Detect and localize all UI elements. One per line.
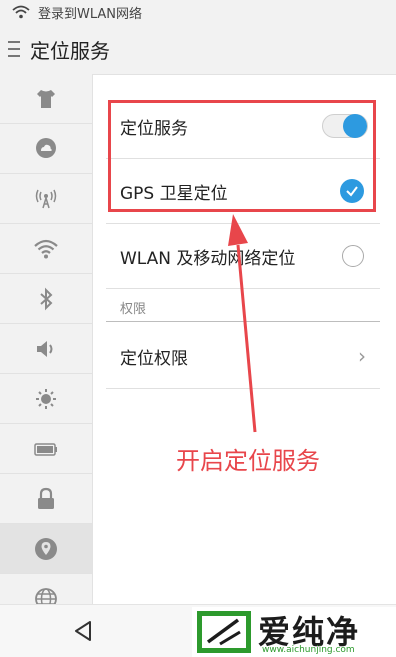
antenna-icon	[35, 189, 57, 208]
bluetooth-icon	[40, 287, 53, 310]
watermark-mark-icon	[197, 611, 251, 653]
sidebar-item-display[interactable]	[0, 374, 92, 424]
sidebar-item-theme[interactable]	[0, 74, 92, 124]
wifi-icon	[12, 5, 30, 19]
sidebar-item-wifi[interactable]	[0, 224, 92, 274]
theme-shirt-icon	[37, 89, 55, 108]
checkmark-icon	[346, 186, 358, 197]
location-service-toggle[interactable]	[322, 114, 368, 138]
volume-icon	[37, 340, 53, 357]
annotation-text: 开启定位服务	[176, 447, 320, 475]
sidebar-item-security[interactable]	[0, 474, 92, 524]
status-bar: 登录到WLAN网络	[0, 0, 396, 24]
app-header: 定位服务	[0, 24, 396, 75]
sidebar-item-cloud[interactable]	[0, 124, 92, 174]
location-permissions-label: 定位权限	[120, 348, 188, 369]
gps-label: GPS 卫星定位	[120, 183, 228, 204]
status-text: 登录到WLAN网络	[38, 6, 143, 22]
globe-icon	[35, 587, 57, 604]
settings-content: 定位服务 GPS 卫星定位 WLAN 及移动网络定位 权限 定位权限 ›	[92, 74, 396, 604]
navigation-bar: 爱纯净 www.aichunjing.com	[0, 604, 396, 657]
sidebar-item-bluetooth[interactable]	[0, 274, 92, 324]
lock-icon	[38, 487, 54, 509]
watermark-brand: 爱纯净	[258, 613, 361, 651]
menu-icon[interactable]	[8, 41, 20, 57]
sidebar-item-antenna[interactable]	[0, 174, 92, 224]
location-service-row[interactable]: 定位服务	[106, 94, 380, 159]
sidebar	[0, 74, 93, 604]
location-pin-icon	[35, 537, 57, 560]
sidebar-item-language[interactable]	[0, 574, 92, 604]
gps-row[interactable]: GPS 卫星定位	[106, 159, 380, 224]
wlan-location-row[interactable]: WLAN 及移动网络定位	[106, 224, 380, 289]
watermark-logo: 爱纯净 www.aichunjing.com	[192, 607, 396, 657]
sidebar-item-location[interactable]	[0, 524, 92, 574]
wlan-location-label: WLAN 及移动网络定位	[120, 248, 296, 269]
wlan-location-checkbox[interactable]	[342, 245, 364, 267]
location-service-label: 定位服务	[120, 118, 188, 139]
cloud-account-icon	[36, 137, 56, 158]
brightness-icon	[36, 388, 56, 409]
sidebar-item-sound[interactable]	[0, 324, 92, 374]
section-divider	[106, 321, 380, 322]
chevron-right-icon: ›	[358, 344, 366, 368]
back-icon[interactable]	[72, 619, 94, 643]
location-permissions-row[interactable]: 定位权限 ›	[106, 324, 380, 389]
sidebar-item-battery[interactable]	[0, 424, 92, 474]
section-header-permissions: 权限	[120, 302, 147, 317]
battery-icon	[34, 442, 57, 456]
watermark-url: www.aichunjing.com	[262, 645, 355, 655]
gps-checkbox[interactable]	[340, 179, 364, 203]
wifi-icon	[34, 239, 58, 258]
page-title: 定位服务	[30, 38, 110, 63]
